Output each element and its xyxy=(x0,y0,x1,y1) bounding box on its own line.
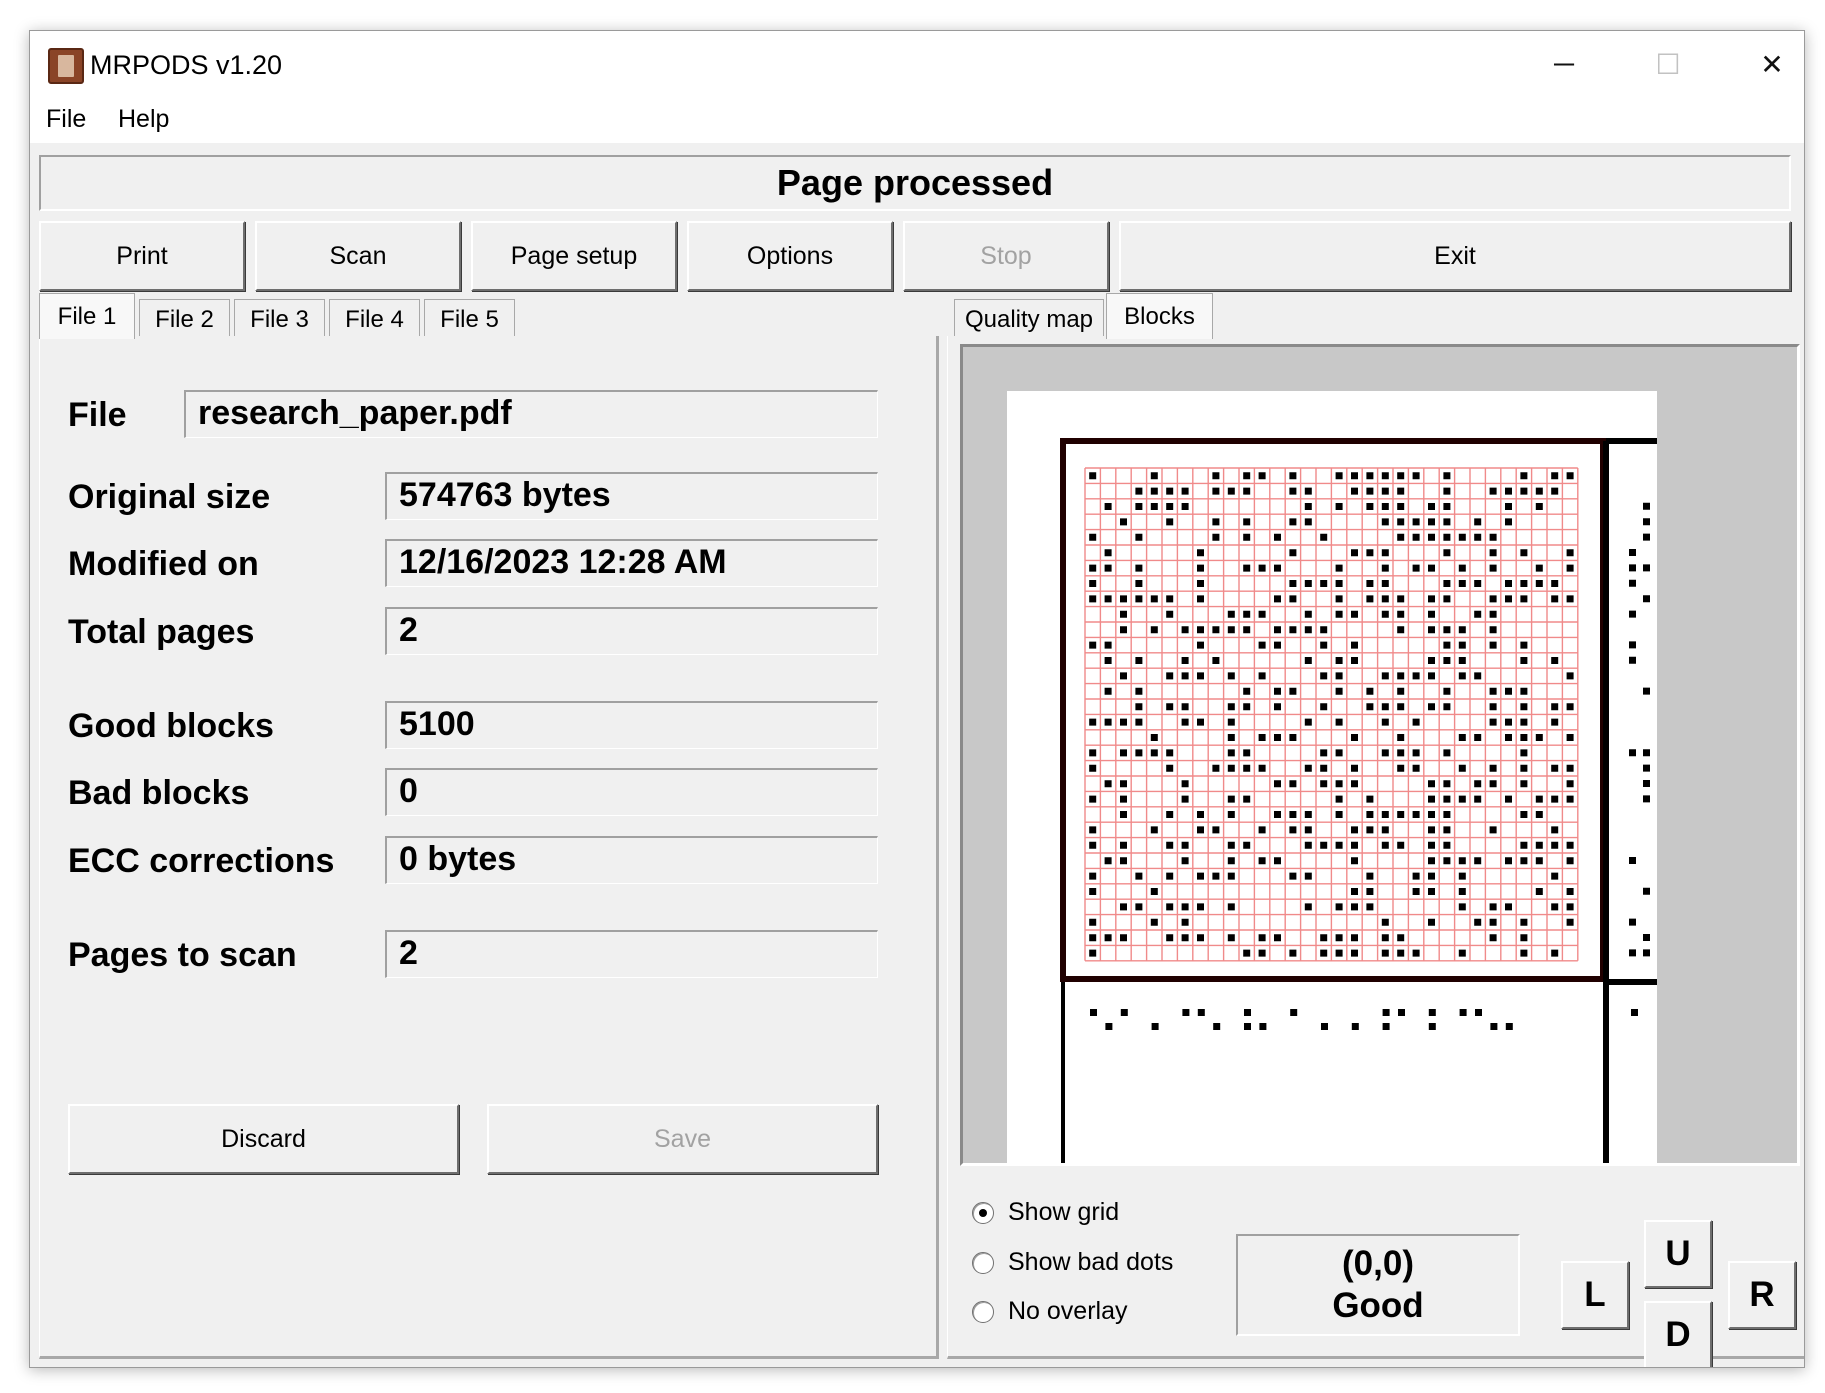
tab-quality-map[interactable]: Quality map xyxy=(954,299,1104,339)
tab-file-4[interactable]: File 4 xyxy=(329,299,420,339)
file-info-panel: File research_paper.pdf Original size 57… xyxy=(39,336,939,1359)
ecc-corrections-value: 0 bytes xyxy=(385,836,878,884)
tab-file-5[interactable]: File 5 xyxy=(424,299,515,339)
show-grid-radio[interactable]: Show grid xyxy=(972,1198,1119,1227)
no-overlay-radio[interactable]: No overlay xyxy=(972,1297,1128,1326)
close-button[interactable]: ✕ xyxy=(1720,31,1804,97)
tab-blocks[interactable]: Blocks xyxy=(1106,293,1213,339)
minimize-button[interactable]: ─ xyxy=(1512,31,1616,97)
file-value: research_paper.pdf xyxy=(184,390,878,438)
stop-button[interactable]: Stop xyxy=(903,221,1109,291)
block-state: Good xyxy=(1332,1286,1424,1325)
no-overlay-radio-indicator xyxy=(972,1300,994,1323)
save-button[interactable]: Save xyxy=(487,1104,878,1174)
total-pages-value: 2 xyxy=(385,607,878,655)
good-blocks-label: Good blocks xyxy=(68,707,274,745)
show-bad-dots-label: Show bad dots xyxy=(1008,1248,1174,1276)
tab-file-1[interactable]: File 1 xyxy=(39,293,135,339)
block-coordinates: (0,0) xyxy=(1342,1244,1414,1283)
app-icon xyxy=(48,48,84,84)
show-grid-label: Show grid xyxy=(1008,1198,1120,1226)
menu-bar: File Help xyxy=(30,97,1804,143)
status-text: Page processed xyxy=(39,155,1791,211)
ecc-corrections-label: ECC corrections xyxy=(68,842,335,880)
blocks-view[interactable] xyxy=(960,344,1800,1166)
good-blocks-value: 5100 xyxy=(385,701,878,749)
file-label: File xyxy=(68,396,127,434)
exit-button[interactable]: Exit xyxy=(1119,221,1791,291)
modified-on-value: 12/16/2023 12:28 AM xyxy=(385,539,878,587)
maximize-button[interactable]: ☐ xyxy=(1616,31,1720,97)
block-status-display: (0,0) Good xyxy=(1236,1234,1520,1336)
original-size-label: Original size xyxy=(68,478,271,516)
nav-right-button[interactable]: R xyxy=(1728,1261,1796,1329)
print-button[interactable]: Print xyxy=(39,221,245,291)
no-overlay-label: No overlay xyxy=(1008,1297,1128,1325)
options-button[interactable]: Options xyxy=(687,221,893,291)
discard-button[interactable]: Discard xyxy=(68,1104,459,1174)
total-pages-label: Total pages xyxy=(68,613,255,651)
nav-down-button[interactable]: D xyxy=(1644,1301,1712,1367)
bad-blocks-label: Bad blocks xyxy=(68,774,250,812)
blocks-canvas xyxy=(1007,391,1657,1163)
show-bad-dots-radio[interactable]: Show bad dots xyxy=(972,1248,1173,1277)
original-size-value: 574763 bytes xyxy=(385,472,878,520)
bad-blocks-value: 0 xyxy=(385,768,878,816)
show-grid-radio-indicator xyxy=(972,1201,994,1224)
app-window: MRPODS v1.20 ─ ☐ ✕ File Help Page proces… xyxy=(29,30,1805,1368)
scan-button[interactable]: Scan xyxy=(255,221,461,291)
tab-file-2[interactable]: File 2 xyxy=(139,299,230,339)
nav-left-button[interactable]: L xyxy=(1561,1261,1629,1329)
modified-on-label: Modified on xyxy=(68,545,259,583)
nav-up-button[interactable]: U xyxy=(1644,1220,1712,1288)
blocks-panel: Show grid Show bad dots No overlay (0,0)… xyxy=(947,336,1804,1367)
window-title: MRPODS v1.20 xyxy=(90,50,283,80)
pages-to-scan-label: Pages to scan xyxy=(68,936,297,974)
tab-file-3[interactable]: File 3 xyxy=(234,299,325,339)
page-setup-button[interactable]: Page setup xyxy=(471,221,677,291)
title-bar[interactable]: MRPODS v1.20 ─ ☐ ✕ xyxy=(30,31,1804,97)
menu-help[interactable]: Help xyxy=(118,105,169,134)
pages-to-scan-value: 2 xyxy=(385,930,878,978)
menu-file[interactable]: File xyxy=(46,105,86,134)
show-bad-dots-radio-indicator xyxy=(972,1251,994,1274)
